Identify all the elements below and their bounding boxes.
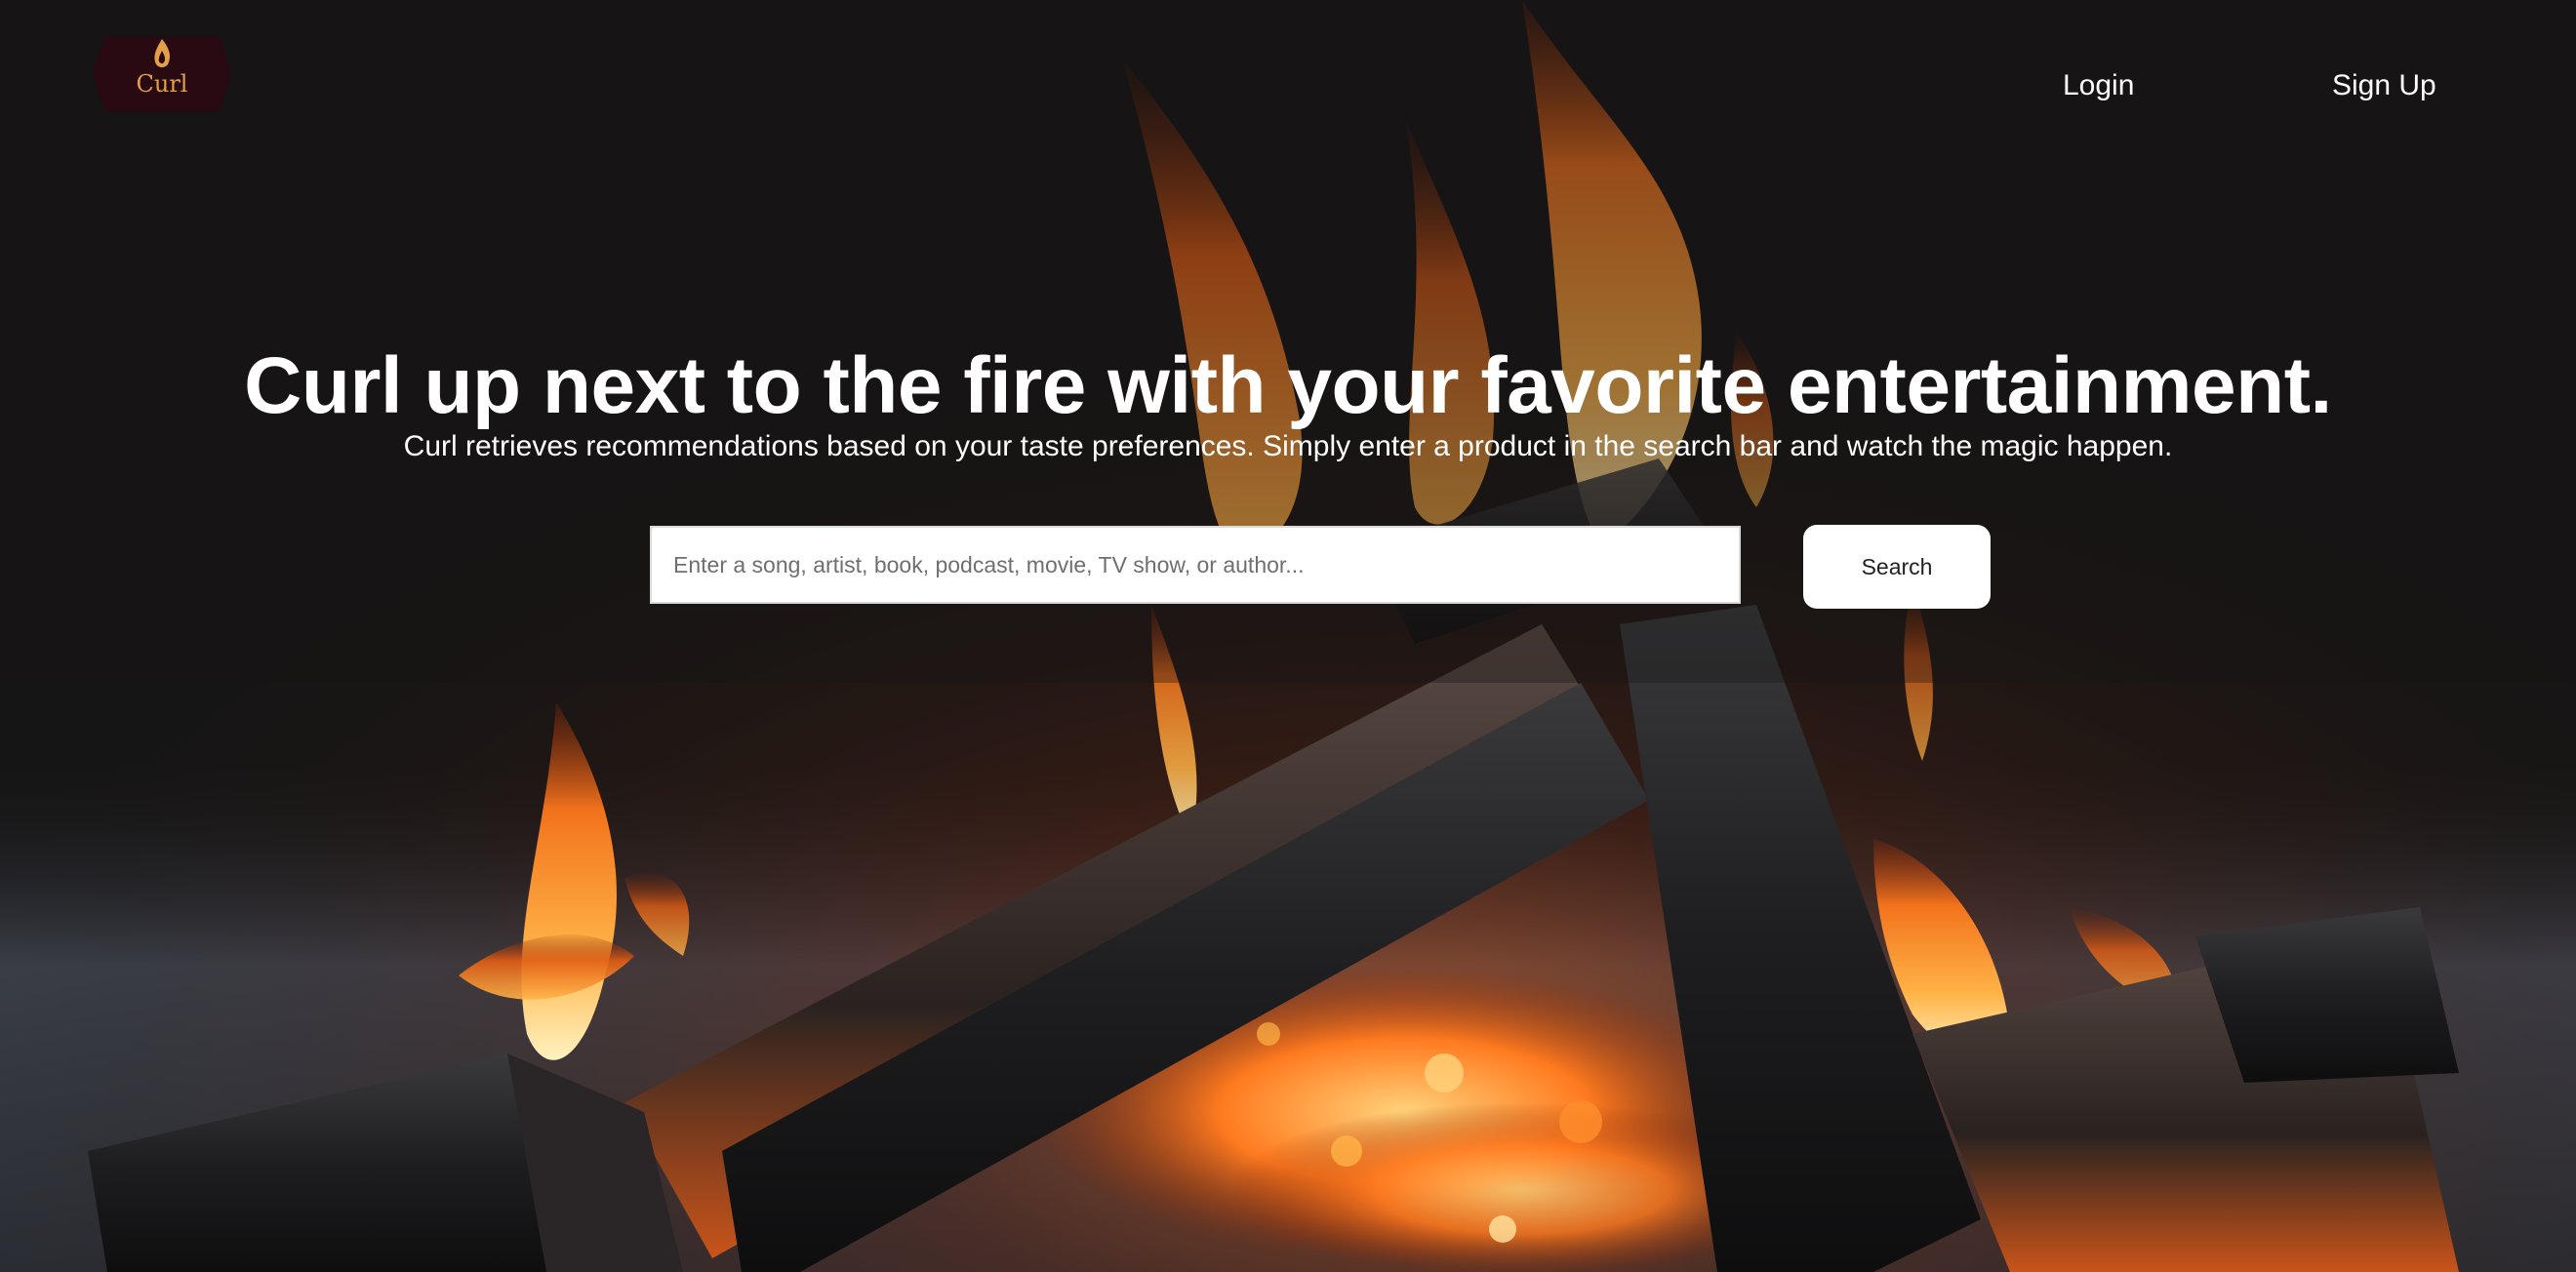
logo-text: Curl	[136, 70, 188, 98]
search-input[interactable]	[650, 526, 1741, 604]
signup-link[interactable]: Sign Up	[2332, 64, 2436, 107]
search-button[interactable]: Search	[1803, 525, 1991, 609]
login-link[interactable]: Login	[2063, 64, 2134, 107]
landing-page: Curl Login Sign Up Curl up next to the f…	[0, 0, 2576, 1272]
campfire-background-image	[0, 0, 2576, 1272]
hero-title: Curl up next to the fire with your favor…	[244, 341, 2332, 430]
logo[interactable]: Curl	[93, 37, 231, 111]
hero-subtitle: Curl retrieves recommendations based on …	[403, 430, 2173, 462]
